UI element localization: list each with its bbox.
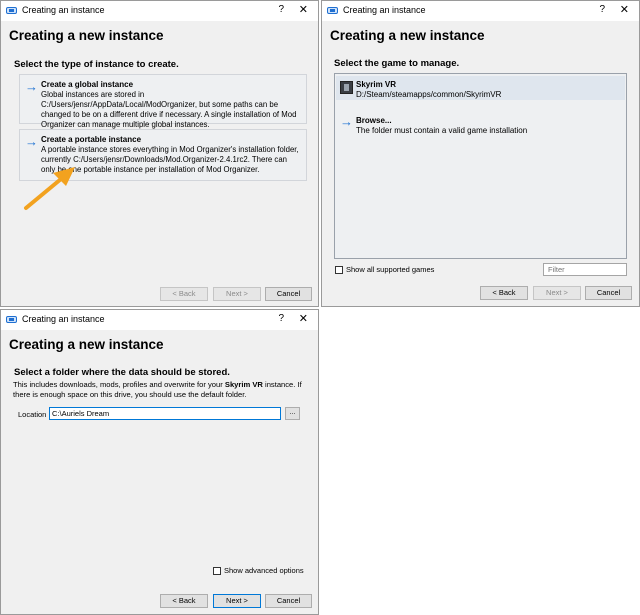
info-prefix: This includes downloads, mods, profiles …	[13, 380, 225, 389]
title-bar[interactable]: Creating an instance ? ✕	[1, 1, 318, 21]
mod-organizer-icon	[6, 316, 17, 323]
option-title: Create a portable instance	[41, 135, 142, 144]
arrow-right-icon: →	[340, 114, 353, 129]
window-title: Creating an instance	[22, 5, 105, 15]
advanced-options-label: Show advanced options	[224, 566, 304, 575]
title-bar[interactable]: Creating an instance ? ✕	[1, 310, 318, 330]
help-button[interactable]: ?	[599, 4, 605, 15]
page-title: Creating a new instance	[9, 28, 164, 43]
arrow-right-icon: →	[25, 134, 38, 149]
browse-description: The folder must contain a valid game ins…	[356, 126, 528, 135]
next-button[interactable]: Next >	[213, 287, 261, 301]
cancel-button[interactable]: Cancel	[265, 287, 312, 301]
close-button[interactable]: ✕	[299, 3, 308, 16]
show-all-games-checkbox[interactable]	[335, 266, 343, 274]
section-subheading: Select the type of instance to create.	[14, 59, 179, 70]
arrow-right-icon: →	[25, 79, 38, 94]
skyrim-vr-game-icon	[340, 81, 353, 94]
location-input[interactable]	[49, 407, 281, 420]
global-instance-option[interactable]: → Create a global instance Global instan…	[19, 74, 307, 129]
portable-instance-option[interactable]: → Create a portable instance A portable …	[19, 129, 307, 181]
back-button[interactable]: < Back	[160, 287, 208, 301]
show-all-games-label: Show all supported games	[346, 265, 435, 274]
browse-folder-button[interactable]: ...	[285, 407, 300, 420]
game-list[interactable]: Skyrim VR D:/Steam/steamapps/common/Skyr…	[334, 73, 627, 259]
game-selection-dialog: Creating an instance ? ✕ Creating a new …	[321, 0, 640, 307]
next-button[interactable]: Next >	[213, 594, 261, 608]
section-subheading: Select a folder where the data should be…	[14, 367, 230, 378]
game-name: Skyrim VR	[356, 80, 397, 89]
advanced-options-checkbox[interactable]	[213, 567, 221, 575]
browse-title: Browse...	[356, 116, 392, 125]
info-game-name: Skyrim VR	[224, 380, 263, 389]
page-title: Creating a new instance	[330, 28, 485, 43]
mod-organizer-icon	[6, 7, 17, 14]
game-path: D:/Steam/steamapps/common/SkyrimVR	[356, 90, 502, 99]
close-button[interactable]: ✕	[620, 3, 629, 16]
data-folder-dialog: Creating an instance ? ✕ Creating a new …	[0, 309, 319, 615]
option-title: Create a global instance	[41, 80, 134, 89]
help-button[interactable]: ?	[278, 4, 284, 15]
cancel-button[interactable]: Cancel	[265, 594, 312, 608]
game-item-browse[interactable]: → Browse... The folder must contain a va…	[336, 112, 625, 138]
close-button[interactable]: ✕	[299, 312, 308, 325]
game-item-skyrim-vr[interactable]: Skyrim VR D:/Steam/steamapps/common/Skyr…	[336, 76, 625, 100]
mod-organizer-icon	[327, 7, 338, 14]
filter-input[interactable]	[543, 263, 627, 276]
next-button[interactable]: Next >	[533, 286, 581, 300]
location-label: Location	[18, 410, 47, 419]
cancel-button[interactable]: Cancel	[585, 286, 632, 300]
title-bar[interactable]: Creating an instance ? ✕	[322, 1, 639, 21]
folder-info-text: This includes downloads, mods, profiles …	[13, 380, 309, 399]
option-description: A portable instance stores everything in…	[41, 145, 299, 174]
page-title: Creating a new instance	[9, 337, 164, 352]
help-button[interactable]: ?	[278, 313, 284, 324]
window-title: Creating an instance	[343, 5, 426, 15]
section-subheading: Select the game to manage.	[334, 58, 460, 69]
option-description: Global instances are stored in C:/Users/…	[41, 90, 297, 129]
window-title: Creating an instance	[22, 314, 105, 324]
back-button[interactable]: < Back	[160, 594, 208, 608]
instance-type-dialog: Creating an instance ? ✕ Creating a new …	[0, 0, 319, 307]
back-button[interactable]: < Back	[480, 286, 528, 300]
